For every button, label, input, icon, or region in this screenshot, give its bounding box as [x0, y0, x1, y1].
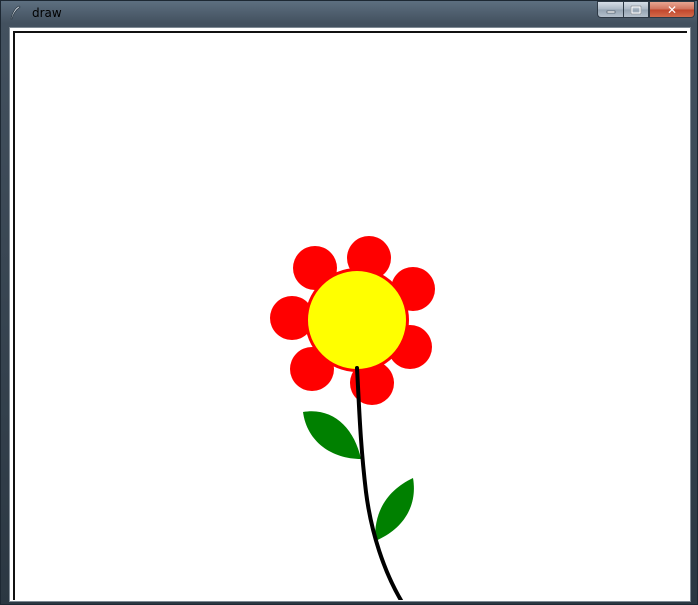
- minimize-icon: [606, 10, 615, 13]
- app-window: draw ✕: [0, 0, 698, 605]
- feather-icon: [10, 5, 21, 20]
- leaf-left: [303, 411, 361, 459]
- minimize-button[interactable]: [597, 1, 623, 18]
- window-controls: ✕: [597, 1, 695, 19]
- close-button[interactable]: ✕: [649, 1, 695, 18]
- flower-drawing: [270, 236, 435, 600]
- leaf-right: [374, 478, 414, 541]
- maximize-button[interactable]: [623, 1, 649, 18]
- title-bar[interactable]: draw ✕: [1, 1, 697, 25]
- maximize-icon: [630, 5, 642, 14]
- drawing-canvas[interactable]: [13, 31, 687, 600]
- window-title: draw: [32, 6, 62, 20]
- window-client-area: [9, 27, 691, 602]
- flower-center: [308, 271, 406, 369]
- close-icon: ✕: [666, 2, 678, 17]
